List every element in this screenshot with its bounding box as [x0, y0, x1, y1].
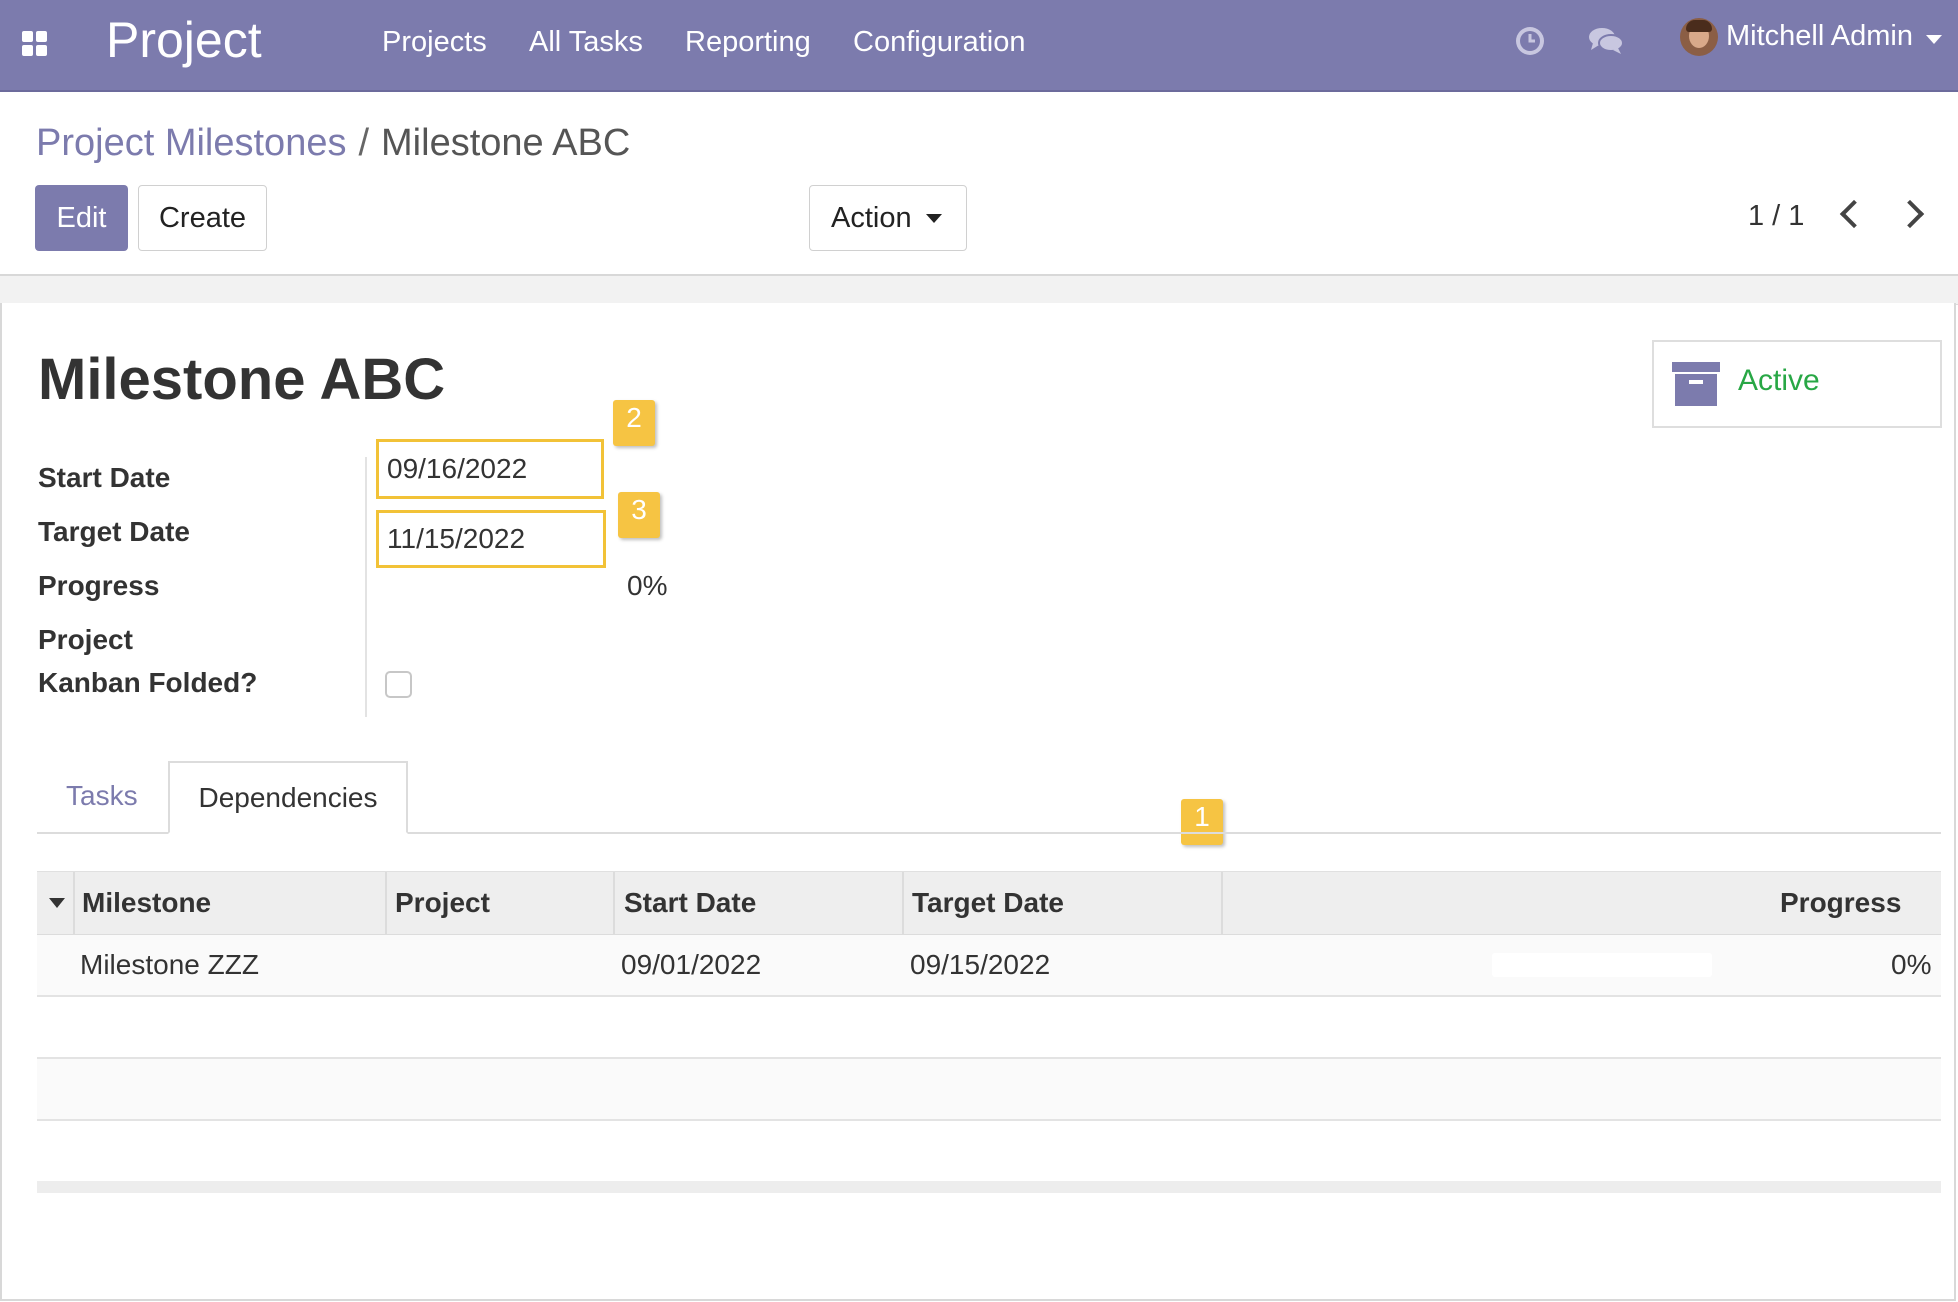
activity-clock-icon[interactable] [1513, 24, 1547, 58]
control-panel-divider [0, 274, 1958, 305]
breadcrumb: Project Milestones / Milestone ABC [36, 118, 630, 168]
kanban-folded-label-line2: Kanban Folded? [38, 667, 258, 698]
menu-projects[interactable]: Projects [382, 22, 487, 62]
start-date-label: Start Date [38, 462, 171, 493]
breadcrumb-separator: / [358, 122, 370, 164]
archive-box-icon [1672, 362, 1720, 406]
chevron-right-icon[interactable] [1895, 199, 1925, 229]
caret-down-icon [1926, 35, 1942, 44]
column-header-project[interactable]: Project [395, 872, 490, 934]
table-header: Milestone Project Start Date Target Date… [37, 871, 1941, 937]
progress-value: 0% [627, 570, 668, 601]
target-date-field[interactable]: 11/15/2022 [376, 510, 606, 568]
tab-tasks[interactable]: Tasks [66, 780, 138, 812]
column-header-milestone[interactable]: Milestone [82, 872, 211, 934]
field-separator [365, 457, 367, 717]
menu-configuration[interactable]: Configuration [853, 22, 1026, 62]
empty-table-row [37, 997, 1941, 1059]
start-date-field[interactable]: 09/16/2022 [376, 439, 604, 499]
user-name: Mitchell Admin [1726, 20, 1913, 52]
column-separator [73, 872, 75, 934]
cell-progress: 0% [1891, 949, 1932, 980]
empty-table-row [37, 1059, 1941, 1121]
column-separator [902, 872, 904, 934]
annotation-badge-1: 1 [1181, 799, 1223, 845]
action-label: Action [831, 201, 912, 234]
column-header-start-date[interactable]: Start Date [624, 872, 756, 934]
menu-all-tasks[interactable]: All Tasks [529, 22, 643, 62]
sort-caret-icon[interactable] [49, 898, 65, 908]
table-row[interactable]: Milestone ZZZ 09/01/2022 09/15/2022 0% [37, 935, 1941, 997]
column-separator [385, 872, 387, 934]
apps-grid-icon[interactable] [22, 31, 48, 57]
caret-down-icon [926, 214, 942, 223]
active-status-label: Active [1738, 364, 1820, 397]
kanban-folded-checkbox[interactable] [385, 671, 412, 698]
chat-bubbles-icon[interactable] [1587, 24, 1625, 58]
cell-start-date: 09/01/2022 [621, 949, 762, 980]
target-date-label: Target Date [38, 516, 190, 547]
empty-table-row [37, 1121, 1941, 1183]
annotation-badge-3: 3 [618, 492, 660, 538]
column-header-progress[interactable]: Progress [1780, 872, 1901, 934]
progress-label: Progress [38, 570, 160, 601]
column-separator [613, 872, 615, 934]
kanban-folded-label-line1: Project [38, 624, 133, 655]
active-toggle-button[interactable]: Active [1652, 340, 1942, 428]
menu-reporting[interactable]: Reporting [685, 22, 811, 62]
top-navbar: Project Projects All Tasks Reporting Con… [0, 0, 1958, 92]
annotation-badge-2: 2 [613, 400, 655, 446]
cell-target-date: 09/15/2022 [910, 949, 1051, 980]
column-separator [1221, 872, 1223, 934]
user-avatar [1680, 18, 1718, 56]
breadcrumb-parent[interactable]: Project Milestones [36, 122, 346, 164]
chevron-left-icon[interactable] [1839, 199, 1869, 229]
pager-value[interactable]: 1 / 1 [1748, 200, 1804, 233]
create-button[interactable]: Create [138, 185, 267, 251]
progress-bar [1492, 953, 1712, 977]
record-title: Milestone ABC [38, 347, 446, 412]
tab-dependencies[interactable]: Dependencies [168, 761, 408, 834]
column-header-target-date[interactable]: Target Date [912, 872, 1064, 934]
action-dropdown[interactable]: Action [809, 185, 967, 251]
breadcrumb-current: Milestone ABC [381, 122, 631, 164]
table-footer [37, 1181, 1941, 1193]
cell-milestone: Milestone ZZZ [80, 949, 259, 980]
app-brand[interactable]: Project [106, 10, 262, 70]
edit-button[interactable]: Edit [35, 185, 128, 251]
